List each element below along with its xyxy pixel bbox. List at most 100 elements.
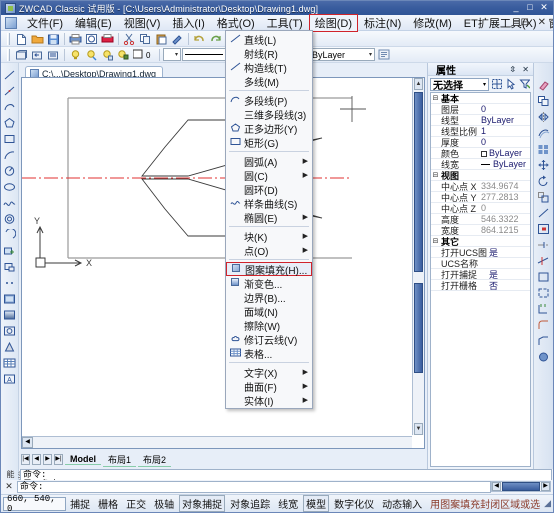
properties-panel-controls[interactable]: ⇳ ✕: [509, 65, 531, 74]
scroll-left-button[interactable]: ◀: [492, 482, 501, 491]
tab-prev-button[interactable]: ◀: [32, 454, 41, 465]
document-window-controls[interactable]: _ ⊟ ✕: [506, 17, 549, 28]
maximize-button[interactable]: □: [524, 2, 536, 13]
menu-item-text[interactable]: 文字(X) ▶: [226, 365, 312, 380]
horizontal-scroll-thumb[interactable]: [502, 482, 540, 491]
match-properties-icon[interactable]: [170, 32, 185, 46]
status-osnap-button[interactable]: 对象捕捉: [179, 495, 226, 512]
stretch-icon[interactable]: [536, 205, 551, 220]
layer-freeze-icon[interactable]: [84, 48, 99, 62]
region-icon[interactable]: [2, 323, 17, 338]
doc-minimize-button[interactable]: _: [506, 17, 515, 28]
make-block-icon[interactable]: [2, 243, 17, 258]
document-menu-icon[interactable]: [5, 16, 17, 29]
fillet-icon[interactable]: [536, 317, 551, 332]
status-snap-button[interactable]: 捕捉: [67, 495, 93, 512]
tab-model[interactable]: Model: [65, 454, 101, 465]
canvas-vertical-scrollbar[interactable]: ▲ ▼: [412, 78, 424, 435]
filter-icon[interactable]: [518, 78, 531, 91]
tab-layout1[interactable]: 布局1: [103, 453, 137, 467]
selection-combo[interactable]: 无选择 ▾: [430, 77, 489, 92]
plotstyle-icon[interactable]: [100, 32, 115, 46]
erase-icon[interactable]: [536, 77, 551, 92]
status-otrack-button[interactable]: 对象追踪: [227, 495, 273, 512]
scale-icon[interactable]: [536, 189, 551, 204]
spline-icon[interactable]: [2, 195, 17, 210]
close-icon[interactable]: ✕: [1, 481, 17, 492]
properties-table[interactable]: ⊟ 基本 图层 0 线型 ByLayer 线型比例 1 厚度 0 颜色 ByLayer 线…: [430, 92, 531, 467]
copy-object-icon[interactable]: [536, 93, 551, 108]
quick-select-icon[interactable]: [490, 78, 503, 91]
join-icon[interactable]: [536, 285, 551, 300]
menu-item-revcloud[interactable]: 修订云线(V): [226, 332, 312, 347]
save-icon[interactable]: [46, 32, 61, 46]
menu-item-ray[interactable]: 射线(R): [226, 46, 312, 61]
table-row[interactable]: 打开栅格否: [431, 280, 530, 291]
menu-item-ellipse[interactable]: 椭圆(E) ▶: [226, 210, 312, 225]
explode-icon[interactable]: [536, 333, 551, 348]
move-icon[interactable]: [536, 157, 551, 172]
menu-item-hatch[interactable]: 图案填充(H)...: [226, 262, 312, 277]
layer-lock-icon[interactable]: [100, 48, 115, 62]
menu-insert[interactable]: 插入(I): [166, 14, 210, 32]
text-icon[interactable]: A: [2, 371, 17, 386]
break-at-point-icon[interactable]: [536, 269, 551, 284]
cut-icon[interactable]: [122, 32, 137, 46]
ellipse-icon[interactable]: [2, 179, 17, 194]
copy-icon[interactable]: [138, 32, 153, 46]
menu-item-boundary[interactable]: 边界(B)...: [226, 290, 312, 305]
undo-icon[interactable]: [192, 32, 207, 46]
extend-icon[interactable]: [536, 237, 551, 252]
menu-item-solid[interactable]: 实体(I) ▶: [226, 393, 312, 408]
array-icon[interactable]: [536, 141, 551, 156]
status-polar-button[interactable]: 极轴: [151, 495, 177, 512]
menu-item-rectangle[interactable]: 矩形(G): [226, 135, 312, 150]
tab-layout2[interactable]: 布局2: [138, 453, 172, 467]
status-ortho-button[interactable]: 正交: [123, 495, 149, 512]
circle-icon[interactable]: [2, 163, 17, 178]
layer-color-swatch[interactable]: 0: [132, 48, 156, 62]
properties-tool-icon[interactable]: [536, 349, 551, 364]
window-controls[interactable]: _ □ ✕: [510, 2, 550, 13]
scroll-up-button[interactable]: ▲: [414, 78, 423, 90]
break-icon[interactable]: [536, 253, 551, 268]
menu-item-gradient[interactable]: 渐变色...: [226, 276, 312, 291]
scroll-down-button[interactable]: ▼: [414, 423, 423, 435]
menu-view[interactable]: 视图(V): [118, 14, 167, 32]
toolbar-grip[interactable]: [7, 32, 10, 45]
menu-tools[interactable]: 工具(T): [261, 14, 309, 32]
offset-icon[interactable]: [536, 125, 551, 140]
status-dynamic-input-button[interactable]: 动态输入: [379, 495, 425, 512]
xline-icon[interactable]: [2, 83, 17, 98]
arc-alt-icon[interactable]: [2, 227, 17, 242]
rectangle-icon[interactable]: [2, 131, 17, 146]
point-icon[interactable]: [2, 275, 17, 290]
menu-item-region[interactable]: 面域(N): [226, 304, 312, 319]
new-icon[interactable]: [14, 32, 29, 46]
vertical-scroll-thumb-lower[interactable]: [414, 283, 423, 373]
donut-icon[interactable]: [2, 211, 17, 226]
drawing-canvas-container[interactable]: X Y ▲ ▼ ◀: [21, 77, 425, 449]
rotate-icon[interactable]: [536, 173, 551, 188]
menu-item-spline[interactable]: 样条曲线(S): [226, 196, 312, 211]
menu-item-xline[interactable]: 构造线(T): [226, 60, 312, 75]
tab-first-button[interactable]: |◀: [21, 454, 30, 465]
minimize-button[interactable]: _: [510, 2, 522, 13]
menu-modify[interactable]: 修改(M): [407, 14, 458, 32]
command-input[interactable]: 命令:: [17, 480, 491, 493]
polygon-icon[interactable]: [2, 115, 17, 130]
pin-icon[interactable]: ⇳: [509, 65, 518, 74]
open-icon[interactable]: [30, 32, 45, 46]
coordinates-display[interactable]: 660, 540, 0: [3, 494, 67, 512]
collapse-icon[interactable]: ⊟: [431, 94, 440, 102]
arc-icon[interactable]: [2, 147, 17, 162]
menu-edit[interactable]: 编辑(E): [69, 14, 118, 32]
close-button[interactable]: ✕: [538, 2, 550, 13]
polyline-icon[interactable]: [2, 99, 17, 114]
menu-file[interactable]: 文件(F): [21, 14, 69, 32]
command-horizontal-scrollbar[interactable]: ◀ ▶: [491, 481, 551, 492]
tab-last-button[interactable]: ▶|: [54, 454, 63, 465]
menu-format[interactable]: 格式(O): [211, 14, 261, 32]
menu-item-wipeout[interactable]: 擦除(W): [226, 318, 312, 333]
boundary-icon[interactable]: [2, 339, 17, 354]
